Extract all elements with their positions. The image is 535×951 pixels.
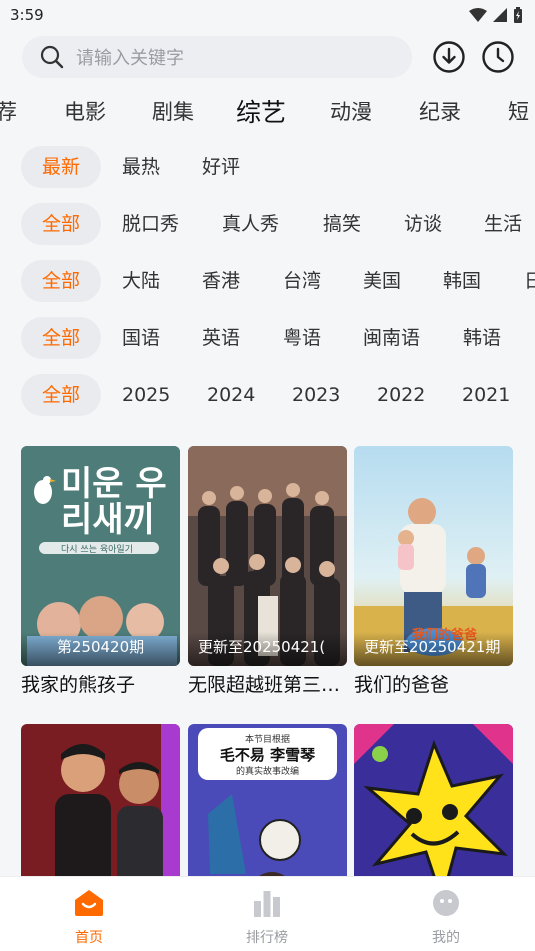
- filter-region-all[interactable]: 全部: [21, 260, 101, 302]
- episode-badge: 更新至20250421(: [188, 632, 347, 666]
- poster-title-text: 미운 우리새끼: [61, 464, 167, 540]
- search-icon: [40, 45, 64, 69]
- filter-genre-all[interactable]: 全部: [21, 203, 101, 245]
- filter-genre-reality[interactable]: 真人秀: [222, 203, 279, 245]
- filter-genre-row: 全部 脱口秀 真人秀 搞笑 访谈 生活: [0, 203, 535, 247]
- show-poster: 更新至20250421(: [188, 446, 347, 666]
- show-card[interactable]: 我们的爸爸 更新至20250421期 我们的爸爸: [354, 446, 513, 697]
- poster-caption-bottom: 的真实故事改编: [235, 767, 299, 777]
- episode-badge: 更新至20250421期: [354, 632, 513, 666]
- tab-series[interactable]: 剧集: [152, 96, 194, 126]
- tab-recommend[interactable]: 荐: [0, 96, 17, 126]
- filter-region-korea[interactable]: 韩国: [443, 260, 481, 302]
- nav-profile[interactable]: 我的: [396, 887, 496, 947]
- nav-profile-label: 我的: [432, 930, 460, 946]
- poster-names: 毛不易 李雪琴: [219, 746, 316, 764]
- tab-documentary[interactable]: 纪录: [419, 96, 461, 126]
- nav-home[interactable]: 首页: [39, 887, 139, 947]
- filter-sort-hot[interactable]: 最热: [122, 146, 160, 188]
- filter-language-minnan[interactable]: 闽南语: [363, 317, 420, 359]
- download-button[interactable]: [432, 40, 466, 74]
- show-title: 我家的熊孩子: [21, 674, 136, 696]
- filter-sort-row: 最新 最热 好评: [0, 146, 535, 190]
- filter-region-taiwan[interactable]: 台湾: [283, 260, 321, 302]
- filter-sort-rating[interactable]: 好评: [202, 146, 240, 188]
- show-poster: 미운 우리새끼 다시 쓰는 육아일기 第250420期: [21, 446, 180, 666]
- tab-variety[interactable]: 综艺: [236, 93, 286, 129]
- filter-year-2025[interactable]: 2025: [122, 374, 170, 416]
- profile-icon: [433, 890, 459, 916]
- filter-year-2022[interactable]: 2022: [377, 374, 425, 416]
- show-poster: 我们的爸爸 更新至20250421期: [354, 446, 513, 666]
- filter-year-2021[interactable]: 2021: [462, 374, 510, 416]
- search-placeholder: 请输入关键字: [76, 48, 184, 69]
- show-card[interactable]: 更新至20250421( 无限超越班第三…: [188, 446, 347, 697]
- show-title: 无限超越班第三…: [188, 674, 341, 696]
- status-time: 3:59: [10, 6, 44, 24]
- filter-year-2024[interactable]: 2024: [207, 374, 255, 416]
- filter-region-row: 全部 大陆 香港 台湾 美国 韩国 日: [0, 260, 535, 304]
- search-input[interactable]: 请输入关键字: [22, 36, 412, 78]
- battery-icon: [514, 7, 522, 23]
- status-bar: 3:59: [0, 0, 535, 30]
- filter-year-row: 全部 2025 2024 2023 2022 2021: [0, 374, 535, 418]
- tab-anime[interactable]: 动漫: [330, 96, 372, 126]
- filter-language-row: 全部 国语 英语 粤语 闽南语 韩语: [0, 317, 535, 361]
- filter-genre-life[interactable]: 生活: [484, 203, 522, 245]
- filter-region-mainland[interactable]: 大陆: [122, 260, 160, 302]
- home-icon: [75, 890, 103, 916]
- show-card[interactable]: 미운 우리새끼 다시 쓰는 육아일기 第250420期 我家的熊孩子: [21, 446, 180, 697]
- search-header: 请输入关键字: [0, 34, 535, 82]
- show-title: 我们的爸爸: [354, 674, 450, 696]
- download-icon: [433, 41, 465, 73]
- filter-language-mandarin[interactable]: 国语: [122, 317, 160, 359]
- wifi-icon: [469, 8, 487, 22]
- filter-region-hongkong[interactable]: 香港: [202, 260, 240, 302]
- tab-short[interactable]: 短: [508, 96, 529, 126]
- filter-genre-interview[interactable]: 访谈: [404, 203, 442, 245]
- filter-sort-latest[interactable]: 最新: [21, 146, 101, 188]
- filter-language-cantonese[interactable]: 粤语: [283, 317, 321, 359]
- status-icons: [469, 7, 523, 23]
- tab-movies[interactable]: 电影: [64, 96, 106, 126]
- episode-badge: 第250420期: [21, 632, 180, 666]
- filter-genre-talkshow[interactable]: 脱口秀: [122, 203, 179, 245]
- nav-home-label: 首页: [75, 930, 103, 946]
- history-clock-icon: [482, 41, 514, 73]
- filter-language-all[interactable]: 全部: [21, 317, 101, 359]
- filter-year-2023[interactable]: 2023: [292, 374, 340, 416]
- signal-icon: [493, 8, 507, 22]
- filter-region-usa[interactable]: 美国: [363, 260, 401, 302]
- filter-genre-comedy[interactable]: 搞笑: [323, 203, 361, 245]
- history-button[interactable]: [481, 40, 515, 74]
- filter-year-all[interactable]: 全部: [21, 374, 101, 416]
- poster-subtitle-text: 다시 쓰는 육아일기: [61, 545, 133, 555]
- ranking-icon: [254, 891, 280, 917]
- filter-region-japan[interactable]: 日: [524, 260, 535, 302]
- bottom-nav: 首页 排行榜 我的: [0, 876, 535, 951]
- category-tabs: 荐 电影 剧集 综艺 动漫 纪录 短: [0, 90, 535, 136]
- filter-language-english[interactable]: 英语: [202, 317, 240, 359]
- nav-ranking[interactable]: 排行榜: [217, 887, 317, 947]
- filter-language-korean[interactable]: 韩语: [463, 317, 501, 359]
- nav-ranking-label: 排行榜: [246, 930, 288, 946]
